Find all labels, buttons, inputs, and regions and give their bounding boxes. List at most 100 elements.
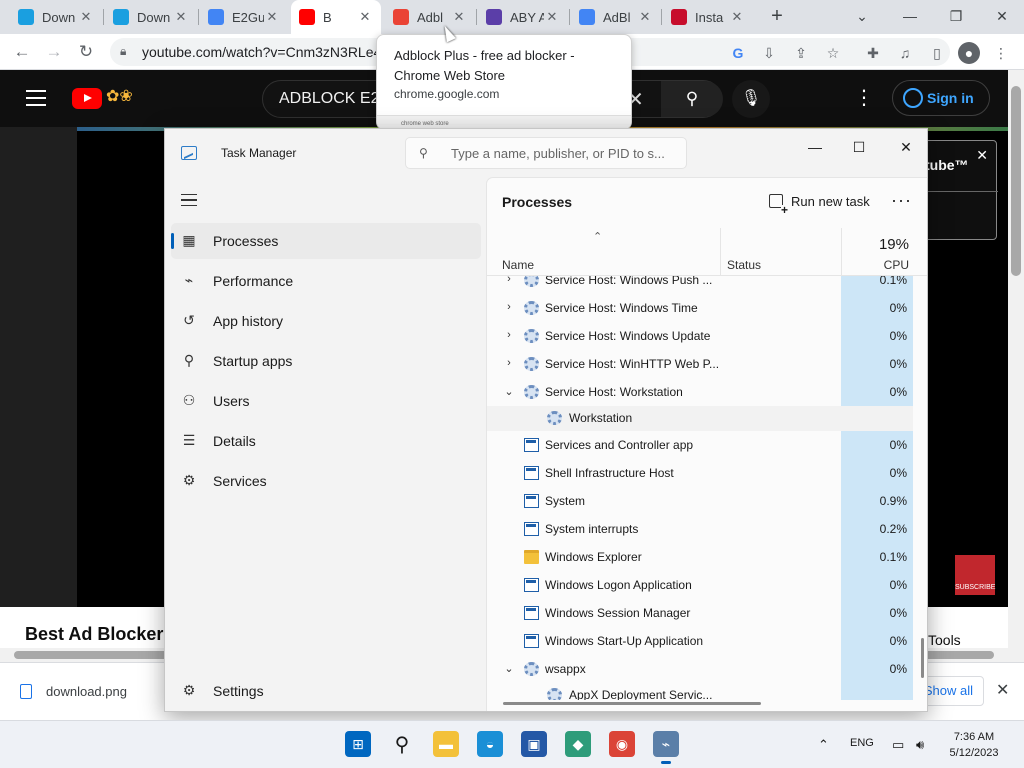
new-tab-button[interactable]: + [766, 5, 788, 27]
clock[interactable]: 7:36 AM 5/12/2023 [944, 729, 1004, 761]
process-row[interactable]: ⌄ Service Host: Workstation 0% [487, 378, 913, 406]
process-list-hscrollbar[interactable] [503, 702, 761, 705]
search-icon[interactable]: ⚲ [661, 81, 723, 117]
process-row[interactable]: › Service Host: Windows Update 0% [487, 322, 913, 350]
expand-chevron-icon[interactable]: › [503, 357, 515, 369]
browser-minimize-button[interactable]: — [890, 4, 930, 28]
browser-tab[interactable]: E2Gu ✕ [200, 0, 288, 34]
tab-close-icon[interactable]: ✕ [451, 9, 467, 25]
extensions-icon[interactable]: ✚ [862, 42, 884, 64]
browser-tab[interactable]: Down ✕ [10, 0, 102, 34]
close-icon[interactable]: ✕ [976, 147, 988, 164]
tab-close-icon[interactable]: ✕ [264, 9, 280, 25]
back-icon[interactable]: ← [10, 40, 34, 64]
bookmark-star-icon[interactable]: ☆ [822, 42, 844, 64]
close-button[interactable]: ✕ [891, 137, 921, 157]
browser-restore-button[interactable]: ❐ [936, 4, 976, 28]
process-row[interactable]: › Service Host: Windows Time 0% [487, 294, 913, 322]
expand-chevron-icon[interactable]: › [503, 329, 515, 341]
chrome-menu-icon[interactable]: ⋮ [990, 42, 1012, 64]
vertical-scroll-thumb[interactable] [1011, 86, 1021, 276]
nav-item-app-history[interactable]: ↺ App history [171, 303, 481, 339]
process-row[interactable]: Windows Explorer 0.1% [487, 543, 913, 571]
process-row[interactable]: Windows Session Manager 0% [487, 599, 913, 627]
expand-chevron-icon[interactable]: › [503, 276, 515, 285]
sign-in-button[interactable]: Sign in [892, 80, 990, 116]
process-row[interactable]: › Service Host: WinHTTP Web P... 0% [487, 350, 913, 378]
tab-close-icon[interactable]: ✕ [173, 9, 189, 25]
process-row[interactable]: System 0.9% [487, 487, 913, 515]
youtube-logo[interactable] [72, 88, 102, 109]
media-control-icon[interactable]: ♫ [894, 42, 916, 64]
chrome-app[interactable]: ◉ [609, 731, 635, 757]
maximize-button[interactable]: ☐ [844, 137, 874, 157]
column-status[interactable]: Status [727, 258, 761, 272]
browser-tab[interactable]: ABY A ✕ [478, 0, 568, 34]
nav-item-startup-apps[interactable]: ⚲ Startup apps [171, 343, 481, 379]
tab-close-icon[interactable]: ✕ [357, 9, 373, 25]
close-download-bar-icon[interactable]: ✕ [996, 680, 1009, 700]
process-row[interactable]: › Service Host: Windows Push ... 0.1% [487, 276, 913, 294]
process-row[interactable]: Windows Logon Application 0% [487, 571, 913, 599]
subscribe-badge[interactable]: SUBSCRIBE [955, 555, 995, 595]
browser-close-button[interactable]: ✕ [982, 4, 1022, 28]
side-panel-icon[interactable]: ▯ [926, 42, 948, 64]
search-button[interactable]: ⚲ [389, 731, 415, 757]
volume-icon[interactable]: 🔊︎ [916, 737, 924, 753]
browser-tab[interactable]: Adbl ✕ [385, 0, 475, 34]
tab-close-icon[interactable]: ✕ [637, 9, 653, 25]
show-hidden-icons[interactable]: ⌃ [818, 737, 829, 753]
tab-search-icon[interactable]: ⌄ [842, 4, 882, 28]
tools-link[interactable]: Tools [928, 632, 961, 648]
install-app-icon[interactable]: ⇩ [758, 42, 780, 64]
tab-close-icon[interactable]: ✕ [729, 9, 745, 25]
nav-item-processes[interactable]: ▦ Processes [171, 223, 481, 259]
store-app[interactable]: ▣ [521, 731, 547, 757]
nav-item-performance[interactable]: ⌁ Performance [171, 263, 481, 299]
nav-item-details[interactable]: ☰ Details [171, 423, 481, 459]
process-search-input[interactable]: ⚲ Type a name, publisher, or PID to s... [405, 137, 687, 169]
start-button[interactable]: ⊞ [345, 731, 371, 757]
nav-menu-icon[interactable] [181, 194, 197, 206]
nav-item-services[interactable]: ⚙ Services [171, 463, 481, 499]
reload-icon[interactable]: ↻ [74, 40, 98, 64]
browser-tab[interactable]: Down ✕ [105, 0, 197, 34]
tab-close-icon[interactable]: ✕ [544, 9, 560, 25]
process-row[interactable]: System interrupts 0.2% [487, 515, 913, 543]
browser-tab[interactable]: AdBl ✕ [571, 0, 661, 34]
process-row[interactable]: Windows Start-Up Application 0% [487, 627, 913, 655]
file-explorer-app[interactable]: ▬ [433, 731, 459, 757]
task-manager-app[interactable]: ⌁ [653, 731, 679, 764]
expand-chevron-icon[interactable]: › [503, 301, 515, 313]
collapse-chevron-icon[interactable]: ⌄ [503, 385, 515, 398]
download-item[interactable]: download.png [20, 684, 127, 699]
google-lens-icon[interactable]: G [727, 42, 749, 64]
browser-tab[interactable]: B ✕ [291, 0, 381, 34]
edge-app[interactable]: ◒ [477, 731, 503, 757]
network-icon[interactable]: ▭ [892, 737, 904, 753]
page-vertical-scrollbar[interactable] [1008, 70, 1024, 662]
microphone-icon[interactable]: 🎙︎ [732, 80, 770, 118]
tab-close-icon[interactable]: ✕ [78, 9, 94, 25]
minimize-button[interactable]: — [800, 137, 830, 157]
process-row[interactable]: ⌄ wsappx 0% [487, 655, 913, 683]
process-row[interactable]: Services and Controller app 0% [487, 431, 913, 459]
nav-item-settings[interactable]: ⚙ Settings [171, 673, 481, 709]
process-row[interactable]: AppX Deployment Servic... [487, 683, 913, 700]
task-manager-titlebar[interactable]: Task Manager ⚲ Type a name, publisher, o… [165, 129, 927, 177]
collapse-chevron-icon[interactable]: ⌄ [503, 662, 515, 675]
youtube-more-icon[interactable]: ⋮ [852, 86, 876, 110]
nav-item-users[interactable]: ⚇ Users [171, 383, 481, 419]
profile-avatar[interactable]: ● [958, 42, 980, 64]
photos-app[interactable]: ◆ [565, 731, 591, 757]
forward-icon[interactable]: → [42, 40, 66, 64]
column-cpu[interactable]: CPU [849, 258, 909, 272]
process-row[interactable]: Shell Infrastructure Host 0% [487, 459, 913, 487]
run-new-task-button[interactable]: Run new task [769, 194, 870, 215]
share-icon[interactable]: ⇪ [790, 42, 812, 64]
lock-icon[interactable]: 🔒︎ [120, 44, 134, 60]
youtube-menu-icon[interactable] [26, 90, 46, 106]
process-row[interactable]: Workstation [487, 406, 913, 431]
column-name[interactable]: Name [502, 258, 534, 272]
process-list-scrollbar[interactable] [921, 638, 924, 678]
